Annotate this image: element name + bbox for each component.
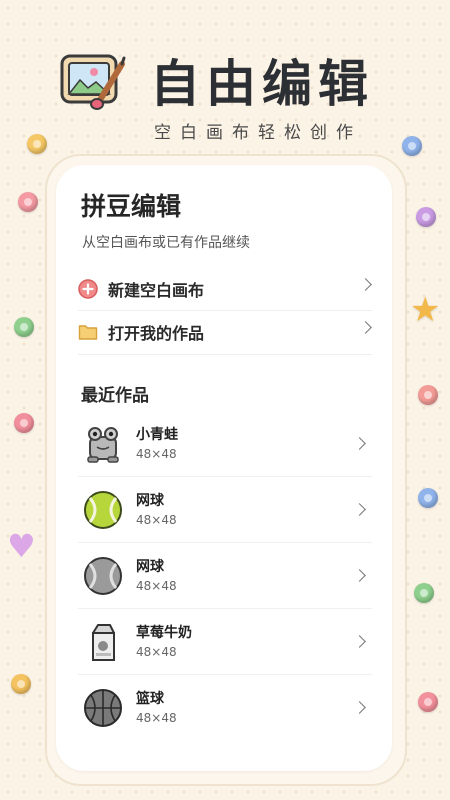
item-size: 48×48 <box>136 447 177 461</box>
basketball-icon <box>84 689 122 727</box>
chevron-right-icon <box>353 569 366 582</box>
bead-decoration <box>414 583 434 603</box>
new-canvas-label: 新建空白画布 <box>108 281 205 300</box>
folder-icon <box>78 325 98 340</box>
chevron-right-icon <box>359 278 372 291</box>
item-name: 网球 <box>136 493 164 509</box>
bead-decoration <box>11 674 31 694</box>
item-name: 网球 <box>136 559 164 575</box>
item-name: 草莓牛奶 <box>136 625 192 641</box>
paint-picture-icon <box>60 54 126 110</box>
open-works-label: 打开我的作品 <box>108 324 205 343</box>
chevron-right-icon <box>353 701 366 714</box>
bead-decoration <box>418 488 438 508</box>
item-size: 48×48 <box>136 711 177 725</box>
heart-decoration: ♥ <box>7 527 36 565</box>
recent-item[interactable]: 网球 48×48 <box>78 543 372 609</box>
gray-ball-icon <box>84 557 122 595</box>
item-size: 48×48 <box>136 579 177 593</box>
chevron-right-icon <box>353 437 366 450</box>
item-size: 48×48 <box>136 513 177 527</box>
page-title: 自由编辑 <box>150 55 374 113</box>
bead-decoration <box>14 413 34 433</box>
bead-decoration <box>416 207 436 227</box>
new-canvas-button[interactable]: 新建空白画布 <box>78 268 372 310</box>
page-subtitle: 空白画布轻松创作 <box>154 123 362 143</box>
recent-item[interactable]: 草莓牛奶 48×48 <box>78 609 372 675</box>
recent-item[interactable]: 小青蛙 48×48 <box>78 411 372 477</box>
recent-item[interactable]: 篮球 48×48 <box>78 675 372 741</box>
item-size: 48×48 <box>136 645 177 659</box>
card-title: 拼豆编辑 <box>81 192 182 221</box>
chevron-right-icon <box>353 635 366 648</box>
plus-circle-icon <box>78 279 98 299</box>
bead-decoration <box>18 192 38 212</box>
editor-card: 拼豆编辑 从空白画布或已有作品继续 新建空白画布 打开我的作品 最近作品 小青蛙 <box>56 165 392 771</box>
bead-decoration <box>418 385 438 405</box>
card-description: 从空白画布或已有作品继续 <box>82 235 250 251</box>
star-decoration: ★ <box>410 290 441 330</box>
item-name: 篮球 <box>136 691 164 707</box>
bead-decoration <box>27 134 47 154</box>
recent-item[interactable]: 网球 48×48 <box>78 477 372 543</box>
chevron-right-icon <box>359 321 372 334</box>
bead-decoration <box>418 692 438 712</box>
item-name: 小青蛙 <box>136 427 178 443</box>
divider <box>78 354 372 355</box>
bead-decoration <box>402 136 422 156</box>
tennis-ball-icon <box>84 491 122 529</box>
milk-carton-icon <box>92 624 115 661</box>
bead-decoration <box>14 317 34 337</box>
frog-icon <box>87 427 119 463</box>
chevron-right-icon <box>353 503 366 516</box>
recent-works-heading: 最近作品 <box>81 386 149 406</box>
open-works-button[interactable]: 打开我的作品 <box>78 311 372 353</box>
